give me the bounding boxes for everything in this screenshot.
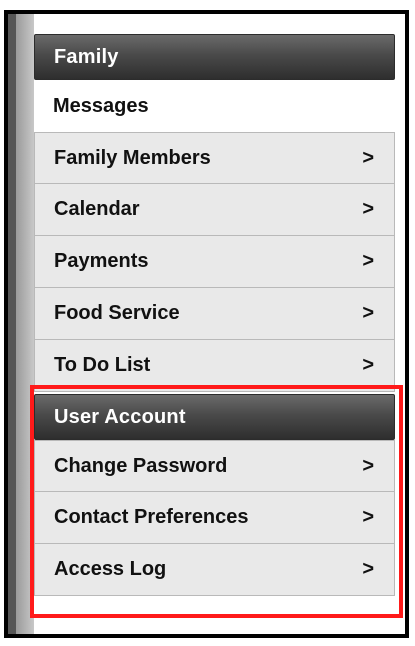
chevron-right-icon: > <box>362 506 374 528</box>
menu-item-calendar[interactable]: Calendar > <box>34 184 395 236</box>
sidebar-left-rail <box>8 14 34 634</box>
menu-item-label: Change Password <box>54 454 228 477</box>
menu-item-family-members[interactable]: Family Members > <box>34 132 395 184</box>
chevron-right-icon: > <box>362 146 374 169</box>
menu-item-label: Food Service <box>54 302 180 324</box>
rail-gradient-stripe <box>16 14 34 634</box>
menu-item-change-password[interactable]: Change Password > <box>34 440 395 492</box>
menu-item-label: Contact Preferences <box>54 506 249 528</box>
menu-item-label: Family Members <box>54 146 211 169</box>
section-header-family: Family <box>34 34 395 80</box>
chevron-right-icon: > <box>362 354 374 376</box>
menu-item-to-do-list[interactable]: To Do List > <box>34 340 395 392</box>
chevron-right-icon: > <box>362 558 374 580</box>
chevron-right-icon: > <box>362 302 374 324</box>
menu-item-messages[interactable]: Messages <box>34 80 395 132</box>
menu-item-contact-preferences[interactable]: Contact Preferences > <box>34 492 395 544</box>
menu-item-label: Access Log <box>54 558 167 580</box>
sidebar-frame: Family Messages Family Members > Calenda… <box>4 10 409 638</box>
menu-item-label: Payments <box>54 250 149 272</box>
menu-item-label: Calendar <box>54 198 140 220</box>
chevron-right-icon: > <box>362 198 374 220</box>
menu-item-access-log[interactable]: Access Log > <box>34 544 395 596</box>
menu-item-label: To Do List <box>54 354 151 376</box>
section-header-user-account: User Account <box>34 394 395 440</box>
chevron-right-icon: > <box>362 250 374 272</box>
user-account-section: User Account Change Password > Contact P… <box>34 394 395 596</box>
menu-item-food-service[interactable]: Food Service > <box>34 288 395 340</box>
rail-dark-stripe <box>8 14 16 634</box>
menu-item-payments[interactable]: Payments > <box>34 236 395 288</box>
sidebar-menu: Family Messages Family Members > Calenda… <box>34 34 395 596</box>
chevron-right-icon: > <box>362 454 374 477</box>
